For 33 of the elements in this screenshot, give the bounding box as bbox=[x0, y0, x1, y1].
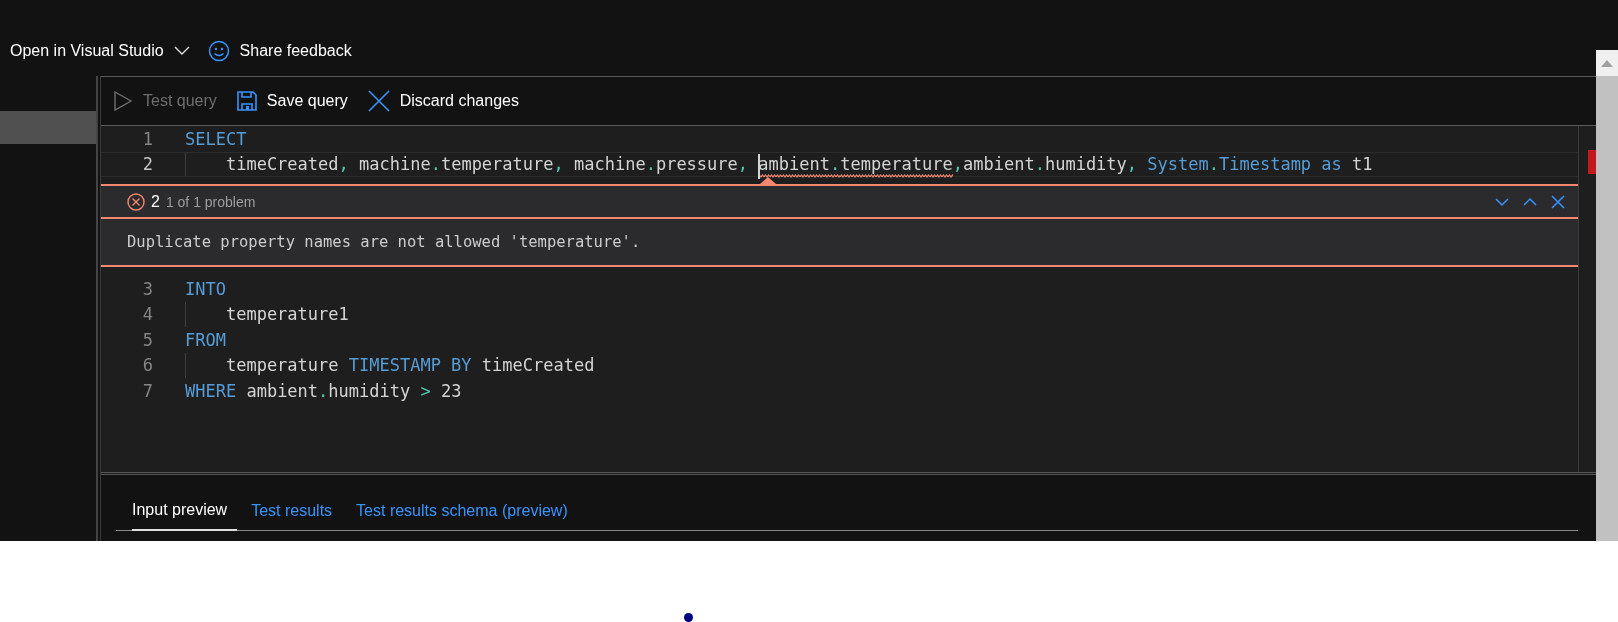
code-line: FROM bbox=[185, 328, 226, 352]
error-marker bbox=[1588, 150, 1596, 174]
code-line: temperature1 bbox=[185, 301, 349, 327]
line-number: 3 bbox=[141, 278, 153, 299]
close-button[interactable] bbox=[1550, 193, 1566, 210]
problem-summary: 1 of 1 problem bbox=[165, 193, 256, 210]
line-number: 6 bbox=[141, 355, 153, 376]
code-line: temperature TIMESTAMP BY timeCreated bbox=[185, 352, 595, 378]
problem-message: Duplicate property names are not allowed 'temperature'. bbox=[126, 232, 642, 253]
code-line: timeCreated, machine.temperature, machine.pressure, ambient.temperature,ambient.humidity, System.Timestamp as t1 bbox=[185, 152, 1373, 176]
code-line: WHERE ambient.humidity > 23 bbox=[185, 379, 462, 403]
line-number: 4 bbox=[141, 304, 153, 325]
close-icon bbox=[367, 90, 390, 112]
line-number: 1 bbox=[141, 128, 153, 149]
smiley-icon bbox=[207, 40, 230, 62]
save-query-button[interactable]: Save query bbox=[236, 91, 348, 111]
code-line: INTO bbox=[185, 277, 226, 301]
line-number: 7 bbox=[141, 380, 153, 401]
chevron-down-icon bbox=[173, 46, 190, 56]
dot-icon bbox=[684, 613, 693, 622]
problem-count: 2 bbox=[151, 192, 160, 211]
feedback-button[interactable]: Share feedback bbox=[207, 40, 352, 62]
dropdown-button[interactable]: Open in Visual Studio bbox=[10, 42, 190, 60]
code-line: SELECT bbox=[185, 127, 247, 151]
caret-up-icon bbox=[1601, 59, 1613, 67]
play-icon bbox=[113, 90, 133, 112]
error-icon bbox=[127, 192, 145, 211]
line-number: 5 bbox=[141, 329, 153, 350]
line-number: 2 bbox=[141, 154, 153, 175]
result-tab[interactable]: Test results schema (preview) bbox=[356, 501, 578, 531]
discard-changes-button[interactable]: Discard changes bbox=[367, 90, 519, 112]
result-tab[interactable]: Test results bbox=[251, 501, 343, 531]
result-tab[interactable]: Input preview bbox=[132, 501, 238, 531]
